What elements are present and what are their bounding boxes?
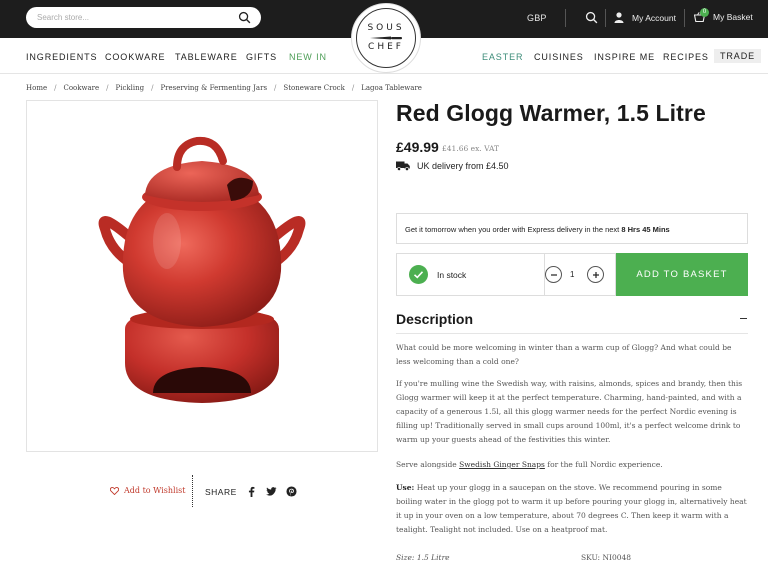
- search-box[interactable]: [26, 7, 261, 28]
- swedish-ginger-snaps-link[interactable]: Swedish Ginger Snaps: [459, 460, 545, 469]
- size-label: Size:: [396, 553, 415, 562]
- share-bar: SHARE: [205, 486, 297, 497]
- currency-selector[interactable]: GBP: [527, 13, 547, 23]
- breadcrumb-link[interactable]: Lagoa Tableware: [361, 84, 422, 92]
- delivery-label: UK delivery from £4.50: [417, 161, 509, 171]
- nav-easter[interactable]: EASTER: [482, 52, 523, 62]
- user-icon: [614, 12, 624, 23]
- product-price: £49.99: [396, 139, 439, 155]
- basket-label: My Basket: [713, 12, 753, 22]
- description-paragraph: What could be more welcoming in winter t…: [396, 343, 732, 366]
- sku-label: SKU:: [581, 553, 601, 562]
- size-value: 1.5 Litre: [416, 553, 450, 562]
- site-logo[interactable]: SOUS CHEF: [351, 3, 421, 73]
- heart-icon: [110, 486, 119, 495]
- use-label: Use:: [396, 483, 415, 492]
- account-label: My Account: [632, 12, 676, 23]
- description-heading[interactable]: Description: [396, 311, 473, 327]
- logo-text-top: SOUS: [367, 23, 405, 33]
- quantity-value[interactable]: 1: [570, 270, 574, 279]
- divider: [684, 9, 685, 27]
- breadcrumb-link[interactable]: Cookware: [63, 84, 99, 92]
- sku-value: NI0048: [602, 553, 632, 562]
- add-to-wishlist[interactable]: Add to Wishlist: [110, 486, 185, 495]
- delivery-info: UK delivery from £4.50: [396, 161, 509, 171]
- logo-text-bottom: CHEF: [368, 42, 404, 52]
- breadcrumb-link[interactable]: Home: [26, 84, 47, 92]
- breadcrumb-link[interactable]: Stoneware Crock: [283, 84, 344, 92]
- usage-paragraph: Use: Heat up your glogg in a saucepan on…: [396, 481, 748, 537]
- search-icon[interactable]: [585, 11, 598, 24]
- nav-tableware[interactable]: TABLEWARE: [175, 52, 238, 62]
- serve-text: Serve alongside: [396, 460, 457, 469]
- nav-cookware[interactable]: COOKWARE: [105, 52, 165, 62]
- twitter-icon[interactable]: [265, 486, 277, 497]
- breadcrumb-link[interactable]: Preserving & Fermenting Jars: [160, 84, 267, 92]
- stock-status: In stock: [437, 270, 467, 280]
- size-info: Size: 1.5 Litre: [396, 553, 450, 562]
- facebook-icon[interactable]: [246, 486, 257, 497]
- breadcrumb-link[interactable]: Pickling: [116, 84, 145, 92]
- nav-recipes[interactable]: RECIPES: [663, 52, 709, 62]
- stock-quantity-box: In stock 1: [396, 253, 616, 296]
- truck-icon: [396, 161, 410, 171]
- breadcrumb: Home / Cookware / Pickling / Preserving & F…: [26, 84, 422, 92]
- basket-count-badge: 0: [700, 8, 709, 17]
- express-delivery-box: Get it tomorrow when you order with Expr…: [396, 213, 748, 244]
- share-label: SHARE: [205, 486, 237, 497]
- divider: [396, 333, 748, 334]
- divider: [192, 475, 193, 507]
- nav-trade[interactable]: TRADE: [714, 49, 762, 63]
- serve-text-end: for the full Nordic experience.: [547, 460, 663, 469]
- use-text: Heat up your glogg in a saucepan on the …: [396, 483, 747, 534]
- account-link[interactable]: My Account: [614, 12, 676, 23]
- nav-ingredients[interactable]: INGREDIENTS: [26, 52, 97, 62]
- quantity-decrease-button[interactable]: [545, 266, 562, 283]
- description-paragraph: If you're mulling wine the Swedish way, …: [396, 379, 743, 444]
- express-text: Get it tomorrow when you order with Expr…: [405, 225, 620, 234]
- price-ex-vat: £41.66 ex. VAT: [442, 144, 499, 153]
- search-icon[interactable]: [238, 11, 251, 24]
- wishlist-label: Add to Wishlist: [124, 486, 186, 495]
- check-icon: [409, 265, 428, 284]
- search-input[interactable]: [37, 11, 227, 24]
- plus-icon: [592, 271, 599, 278]
- add-to-basket-button[interactable]: ADD TO BASKET: [616, 253, 748, 296]
- divider: [605, 9, 606, 27]
- minus-icon: [550, 273, 557, 276]
- collapse-icon[interactable]: [740, 318, 747, 319]
- nav-inspire-me[interactable]: INSPIRE ME: [594, 52, 655, 62]
- product-title: Red Glogg Warmer, 1.5 Litre: [396, 100, 706, 126]
- express-countdown: 8 Hrs 45 Mins: [621, 225, 670, 234]
- nav-cuisines[interactable]: CUISINES: [534, 52, 584, 62]
- description-paragraph: Serve alongside Swedish Ginger Snaps for…: [396, 458, 748, 472]
- nav-gifts[interactable]: GIFTS: [246, 52, 277, 62]
- knife-icon: [370, 36, 402, 40]
- quantity-increase-button[interactable]: [587, 266, 604, 283]
- glogg-warmer-image: [98, 136, 306, 403]
- sku-info: SKU: NI0048: [581, 553, 631, 562]
- nav-new-in[interactable]: NEW IN: [289, 52, 327, 62]
- divider: [565, 9, 566, 27]
- pinterest-icon[interactable]: [286, 486, 297, 497]
- product-image[interactable]: [26, 100, 378, 452]
